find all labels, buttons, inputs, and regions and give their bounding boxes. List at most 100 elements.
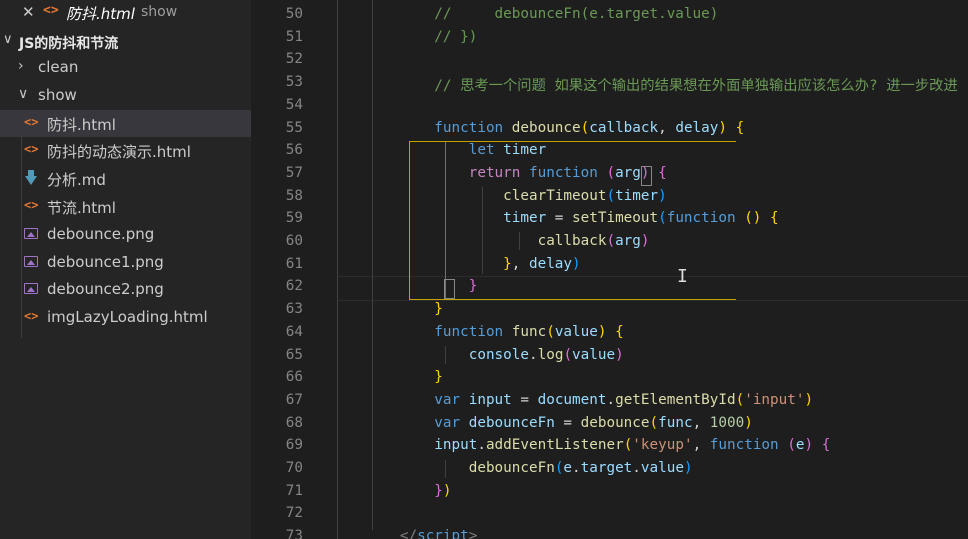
tree-item-label: clean <box>38 58 79 76</box>
explorer-sidebar: ✕ <> 防抖.html show ∨ JS的防抖和节流 › clean ∨ show… <box>0 0 251 539</box>
code-text: timer = setTimeout(function () { <box>503 210 779 227</box>
close-icon[interactable]: ✕ <box>22 3 35 21</box>
code-line[interactable]: 71 }) <box>251 480 968 503</box>
file-item[interactable]: <> imgLazyLoading.html <box>0 304 251 331</box>
line-number: 62 <box>285 278 303 295</box>
code-text: }) <box>434 482 452 499</box>
code-text: return function (arg) { <box>468 164 667 181</box>
code-line[interactable]: 57 return function (arg) { <box>251 162 968 185</box>
tree-item-label: 节流.html <box>47 199 116 217</box>
line-number: 67 <box>285 391 303 408</box>
markdown-file-icon <box>25 170 37 186</box>
code-line[interactable]: 64 function func(value) { <box>251 321 968 344</box>
code-text: function debounce(callback, delay) { <box>434 119 745 136</box>
code-text: // }) <box>434 28 478 45</box>
code-line[interactable]: 60 callback(arg) <box>251 230 968 253</box>
code-text: </script> <box>399 528 478 539</box>
code-line[interactable]: 65 console.log(value) <box>251 344 968 367</box>
line-number: 68 <box>285 414 303 431</box>
line-number: 64 <box>285 323 303 340</box>
file-item[interactable]: <> 节流.html <box>0 193 251 220</box>
code-text: var input = document.getElementById('inp… <box>434 391 814 408</box>
tree-item-label: imgLazyLoading.html <box>47 308 208 327</box>
line-number: 61 <box>285 255 303 272</box>
html-file-icon: <> <box>24 142 39 157</box>
code-text: // debounceFn(e.target.value) <box>434 6 719 22</box>
code-line[interactable]: 73 </script> <box>251 525 968 539</box>
tree-item-label: debounce.png <box>47 224 155 243</box>
code-line[interactable]: 52 <box>251 48 968 71</box>
chevron-down-icon: ∨ <box>18 85 29 102</box>
image-file-icon <box>24 283 38 295</box>
code-line[interactable]: 51 // }) <box>251 26 968 49</box>
code-line[interactable]: 53 // 思考一个问题 如果这个输出的结果想在外面单独输出应该怎么办? 进一步… <box>251 71 968 94</box>
code-text: input.addEventListener('keyup', function… <box>434 437 831 454</box>
line-number: 72 <box>285 505 303 522</box>
project-root[interactable]: ∨ JS的防抖和节流 <box>0 31 251 53</box>
line-number: 71 <box>285 482 303 499</box>
code-line[interactable]: 70 debounceFn(e.target.value) <box>251 457 968 480</box>
tree-item-label: 防抖的动态演示.html <box>47 143 191 162</box>
chevron-right-icon: › <box>18 58 24 74</box>
code-line[interactable]: 67 var input = document.getElementById('… <box>251 389 968 412</box>
image-file-icon <box>24 227 38 239</box>
line-number: 56 <box>285 142 303 159</box>
line-number: 58 <box>285 187 303 204</box>
code-line[interactable]: 62 } <box>251 275 968 298</box>
code-line[interactable]: 55 function debounce(callback, delay) { <box>251 117 968 140</box>
code-text: let timer <box>468 142 547 159</box>
code-line[interactable]: 54 <box>251 94 968 117</box>
code-text: } <box>468 278 478 295</box>
code-text: console.log(value) <box>468 346 624 363</box>
open-editor-filename: 防抖.html <box>66 5 135 23</box>
code-line[interactable]: 68 var debounceFn = debounce(func, 1000) <box>251 412 968 435</box>
open-editor-folder: show <box>141 4 178 20</box>
file-item[interactable]: debounce1.png <box>0 249 251 276</box>
code-text: } <box>434 369 443 386</box>
code-text: var debounceFn = debounce(func, 1000) <box>434 414 753 431</box>
code-text: clearTimeout(timer) <box>503 187 667 204</box>
line-number: 55 <box>285 119 303 136</box>
file-item[interactable]: <> 防抖.html <box>0 109 251 137</box>
code-line[interactable]: 59 timer = setTimeout(function () { <box>251 207 968 230</box>
code-editor[interactable]: 50 // debounceFn(e.target.value) 51 // })… <box>251 0 968 539</box>
code-text: function func(value) { <box>434 323 624 340</box>
tree-item-label: debounce1.png <box>47 252 164 271</box>
image-file-icon <box>24 255 38 267</box>
file-item[interactable]: debounce2.png <box>0 276 251 303</box>
code-line[interactable]: 69 input.addEventListener('keyup', funct… <box>251 434 968 457</box>
folder-item[interactable]: › clean <box>0 54 251 81</box>
folder-item[interactable]: ∨ show <box>0 82 251 109</box>
code-line[interactable]: 50 // debounceFn(e.target.value) <box>251 3 968 26</box>
code-line[interactable]: 72 <box>251 502 968 525</box>
line-number: 63 <box>285 301 303 318</box>
line-number: 50 <box>285 6 303 22</box>
code-text: callback(arg) <box>537 233 650 249</box>
code-line[interactable]: 58 clearTimeout(timer) <box>251 185 968 208</box>
code-text: }, delay) <box>503 255 581 272</box>
code-text: debounceFn(e.target.value) <box>468 460 693 476</box>
html-file-icon: <> <box>24 114 39 129</box>
line-number: 53 <box>285 74 303 91</box>
line-number: 51 <box>285 28 303 45</box>
line-number: 73 <box>285 528 303 539</box>
file-item[interactable]: <> 防抖的动态演示.html <box>0 137 251 164</box>
line-number: 66 <box>285 369 303 386</box>
chevron-down-icon: ∨ <box>3 32 13 47</box>
line-number: 59 <box>285 210 303 227</box>
project-name: JS的防抖和节流 <box>19 36 119 52</box>
tree-item-label: 防抖.html <box>47 115 116 134</box>
code-line[interactable]: 56 let timer <box>251 139 968 162</box>
line-number: 69 <box>285 437 303 454</box>
code-line[interactable]: 61 }, delay) <box>251 253 968 276</box>
open-editor-item[interactable]: ✕ <> 防抖.html show <box>0 0 251 26</box>
code-line[interactable]: 66 } <box>251 366 968 389</box>
text-cursor-icon: I <box>677 266 688 287</box>
html-file-icon: <> <box>24 309 39 324</box>
file-item[interactable]: debounce.png <box>0 221 251 248</box>
file-item[interactable]: 分析.md <box>0 165 251 192</box>
line-number: 70 <box>285 460 303 476</box>
tree-item-label: show <box>38 85 77 104</box>
line-number: 52 <box>285 51 303 68</box>
code-line[interactable]: 63 } <box>251 298 968 321</box>
